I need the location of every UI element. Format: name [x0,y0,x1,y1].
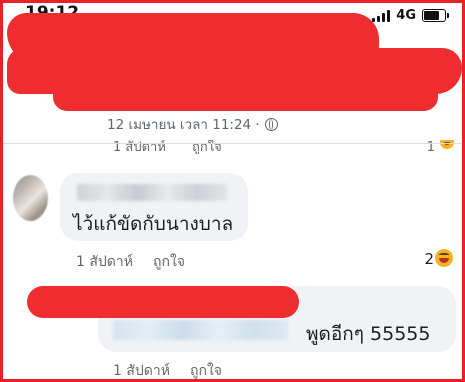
post-timestamp-text: 12 เมษายน เวลา 11:24 · [107,117,260,133]
comment-bubble: ไว้แก้ขัดกับนางบาล [60,173,248,241]
signal-icon [372,9,391,22]
redaction-mark [27,286,299,318]
blurred-commenter-name[interactable] [77,184,227,201]
battery-icon [422,9,449,22]
reaction-count[interactable]: 2 [424,250,434,268]
like-button[interactable]: ถูกใจ [190,360,222,379]
screenshot-frame: 19:12 4G 12 เมษายน เวลา 11:24 · 1 สัปดาห… [0,0,465,382]
like-button[interactable]: ถูกใจ [153,251,185,273]
comment-time[interactable]: 1 สัปดาห์ [113,360,170,379]
globe-icon [264,117,278,131]
prev-haha-icon [440,140,454,150]
haha-icon[interactable] [435,249,453,267]
network-label: 4G [396,8,416,23]
divider [3,143,462,144]
comment-text: ไว้แก้ขัดกับนางบาล [73,213,234,235]
avatar[interactable] [13,175,48,221]
comment-text: พูดอีกๆ 55555 [306,323,431,345]
post-timestamp[interactable]: 12 เมษายน เวลา 11:24 · [107,113,278,135]
redaction-mark [53,81,438,111]
blurred-tagged-name[interactable] [113,320,288,340]
comment-actions: 1 สัปดาห์ ถูกใจ [113,360,222,379]
status-indicators: 4G [372,8,449,23]
comment-actions: 1 สัปดาห์ ถูกใจ [76,251,185,273]
comment-time[interactable]: 1 สัปดาห์ [76,251,133,273]
